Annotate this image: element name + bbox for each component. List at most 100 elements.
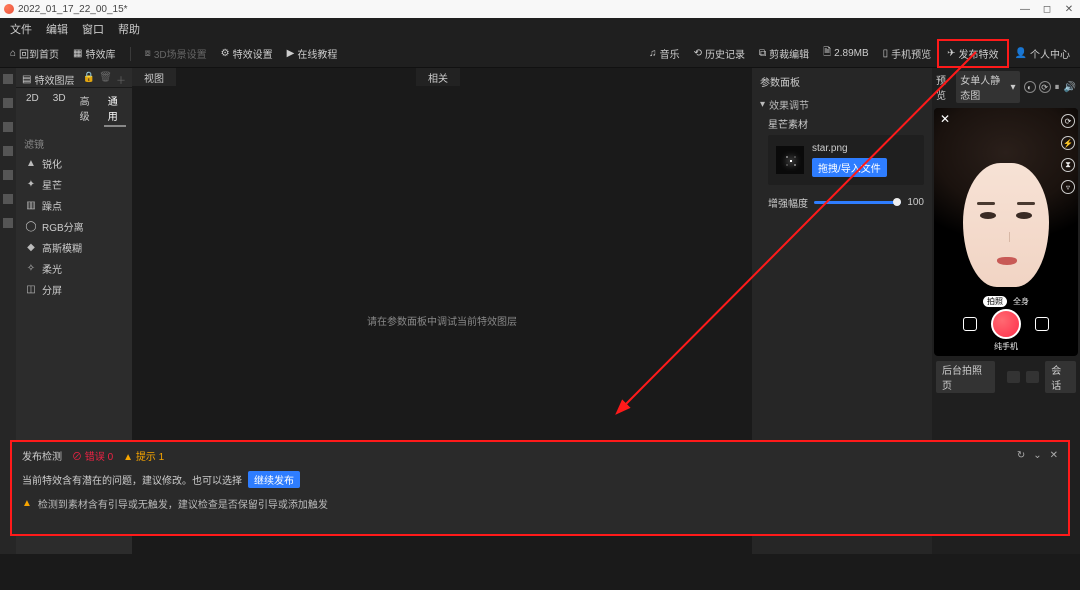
- preview-music-icon[interactable]: [1035, 317, 1049, 331]
- delete-icon[interactable]: 🗑: [99, 72, 112, 87]
- warn-icon: ▲: [22, 498, 32, 509]
- toolbar-size[interactable]: 🗎2.89MB: [823, 45, 869, 62]
- right-panel-title: 参数面板: [760, 72, 924, 91]
- effect-item-split-screen[interactable]: ◫分屏: [16, 279, 132, 300]
- tool-icon[interactable]: [3, 146, 13, 156]
- preview-mode-pose[interactable]: 全身: [1013, 296, 1029, 307]
- menu-edit[interactable]: 编辑: [46, 21, 68, 37]
- tab-3d[interactable]: 3D: [49, 91, 70, 127]
- preview-viewport: ✕ ⟳ ⚡ ⧗ ▿ 拍照 全身 纯手机: [934, 108, 1078, 356]
- preview-effects-icon[interactable]: [963, 317, 977, 331]
- asset-thumbnail: [776, 146, 804, 174]
- preview-source-selector[interactable]: 女单人静态图▾: [956, 71, 1019, 103]
- split-icon: ◫: [26, 285, 36, 295]
- toolbar-history[interactable]: ⟲历史记录: [694, 46, 745, 61]
- preview-mode-shot[interactable]: 拍照: [983, 296, 1007, 307]
- preview-side-icon[interactable]: ▿: [1061, 180, 1075, 194]
- refresh-icon[interactable]: ⟳: [1039, 81, 1051, 93]
- effect-item-gaussian-blur[interactable]: ◆高斯模糊: [16, 237, 132, 258]
- issues-panel: 发布检测 ⊘ 错误 0 ▲ 提示 1 ↻ ⌄ ✕ 当前特效含有潜在的问题，建议修…: [10, 440, 1070, 536]
- window-titlebar: 2022_01_17_22_00_15* — ◻ ✕: [0, 0, 1080, 18]
- intensity-slider[interactable]: [814, 201, 901, 204]
- issues-close-icon[interactable]: ✕: [1050, 450, 1058, 461]
- window-minimize-button[interactable]: —: [1018, 4, 1032, 15]
- effect-group-label: 滤镜: [16, 134, 132, 153]
- tool-icon[interactable]: [3, 122, 13, 132]
- issues-refresh-icon[interactable]: ↻: [1017, 450, 1025, 461]
- toolbar-music[interactable]: ♫音乐: [649, 46, 680, 61]
- tool-icon[interactable]: [3, 170, 13, 180]
- error-icon: ⊘: [72, 452, 82, 463]
- toolbar-scene-setup[interactable]: ⧇3D场景设置: [145, 46, 207, 61]
- diamond-icon: ◆: [26, 243, 36, 253]
- tool-icon[interactable]: [3, 98, 13, 108]
- menu-window[interactable]: 窗口: [82, 21, 104, 37]
- main-toolbar: ⌂回到首页 ▦特效库 ⧇3D场景设置 ⚙特效设置 ▶在线教程 ♫音乐 ⟲历史记录…: [0, 40, 1080, 68]
- effect-item-rgb-split[interactable]: ◯RGB分离: [16, 216, 132, 237]
- issue-detail-text: 检测到素材含有引导或无触发，建议检查是否保留引导或添加触发: [38, 496, 328, 511]
- preview-label: 预览: [936, 72, 952, 102]
- separator: [130, 47, 131, 61]
- toolbar-tutorial[interactable]: ▶在线教程: [287, 46, 338, 61]
- tool-icon[interactable]: [3, 194, 13, 204]
- window-title: 2022_01_17_22_00_15*: [18, 4, 128, 15]
- sparkle-icon: ✧: [26, 264, 36, 274]
- layers-icon: ▤: [22, 74, 31, 85]
- left-panel-title: 特效图层: [34, 72, 74, 87]
- asset-filename: star.png: [812, 143, 887, 154]
- issues-collapse-icon[interactable]: ⌄: [1033, 450, 1041, 461]
- slider-label: 增强幅度: [768, 195, 808, 210]
- preview-hint: 纯手机: [994, 341, 1018, 352]
- shutter-button[interactable]: [991, 309, 1021, 339]
- continue-publish-button[interactable]: 继续发布: [248, 471, 300, 488]
- add-icon[interactable]: ＋: [116, 72, 126, 87]
- center-tab-view[interactable]: 视图: [132, 68, 176, 86]
- effect-item-sharpen[interactable]: ▲锐化: [16, 153, 132, 174]
- toolbar-effect-setup[interactable]: ⚙特效设置: [221, 46, 273, 61]
- toolbar-home[interactable]: ⌂回到首页: [10, 46, 59, 61]
- gear-icon: ⚙: [221, 48, 230, 59]
- asset-box: star.png 拖拽/导入文件: [768, 135, 924, 185]
- library-icon: ▦: [73, 48, 82, 59]
- menu-bar: 文件 编辑 窗口 帮助: [0, 18, 1080, 40]
- warn-count[interactable]: ▲ 提示 1: [123, 448, 164, 463]
- effect-item-star[interactable]: ✦星芒: [16, 174, 132, 195]
- toolbar-crop[interactable]: ⧉剪裁编辑: [759, 46, 809, 61]
- volume-icon[interactable]: 🔊: [1064, 82, 1076, 93]
- preview-foot-tab[interactable]: 后台拍照页: [936, 361, 995, 393]
- menu-help[interactable]: 帮助: [118, 21, 140, 37]
- tool-icon[interactable]: [3, 218, 13, 228]
- center-tab-related[interactable]: 相关: [416, 68, 460, 86]
- pause-icon[interactable]: ⏸: [1055, 82, 1060, 93]
- toolbar-effect-library[interactable]: ▦特效库: [73, 46, 115, 61]
- issue-summary-text: 当前特效含有潜在的问题，建议修改。也可以选择: [22, 472, 242, 487]
- lock-icon[interactable]: 🔒: [83, 72, 95, 87]
- error-count[interactable]: ⊘ 错误 0: [72, 448, 113, 463]
- asset-import-button[interactable]: 拖拽/导入文件: [812, 158, 887, 177]
- preview-foot-session[interactable]: 会话: [1045, 361, 1076, 393]
- asset-label: 星芒素材: [768, 116, 924, 131]
- tab-advanced[interactable]: 高级: [76, 91, 98, 127]
- play-icon: ▶: [287, 48, 295, 59]
- preview-side-icon[interactable]: ⧗: [1061, 158, 1075, 172]
- effect-item-soft-light[interactable]: ✧柔光: [16, 258, 132, 279]
- preview-foot-icon[interactable]: [1007, 371, 1020, 383]
- effect-item-noise[interactable]: ▥躁点: [16, 195, 132, 216]
- compare-icon[interactable]: ◐: [1024, 81, 1036, 93]
- window-close-button[interactable]: ✕: [1062, 4, 1076, 15]
- tool-icon[interactable]: [3, 74, 13, 84]
- star-icon: ✦: [26, 180, 36, 190]
- toolbar-account[interactable]: 👤个人中心: [1015, 46, 1070, 61]
- preview-foot-icon[interactable]: [1026, 371, 1039, 383]
- preview-side-icon[interactable]: ⟳: [1061, 114, 1075, 128]
- toolbar-publish[interactable]: ✈发布特效: [945, 44, 1000, 63]
- menu-file[interactable]: 文件: [10, 21, 32, 37]
- chevron-down-icon: ▾: [1011, 82, 1016, 93]
- window-maximize-button[interactable]: ◻: [1040, 4, 1054, 15]
- tab-general[interactable]: 通用: [104, 91, 126, 127]
- tab-2d[interactable]: 2D: [22, 91, 43, 127]
- effect-adjust-header[interactable]: ▾效果调节: [760, 97, 924, 112]
- preview-close-icon[interactable]: ✕: [940, 112, 950, 126]
- preview-side-icon[interactable]: ⚡: [1061, 136, 1075, 150]
- toolbar-phone-preview[interactable]: ▯手机预览: [883, 46, 932, 61]
